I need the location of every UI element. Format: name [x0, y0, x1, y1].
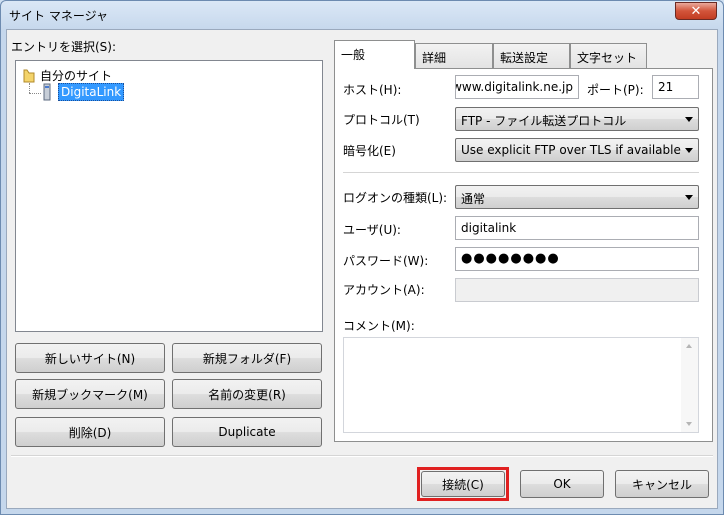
connect-button[interactable]: 接続(C): [421, 471, 505, 497]
new-bookmark-button[interactable]: 新規ブックマーク(M): [15, 379, 165, 409]
logon-type-select[interactable]: 通常: [455, 185, 699, 209]
port-input[interactable]: 21: [652, 75, 699, 99]
new-folder-button[interactable]: 新規フォルダ(F): [172, 343, 322, 373]
comment-scrollbar[interactable]: [681, 338, 698, 432]
close-icon: ✕: [690, 3, 702, 19]
general-panel: ホスト(H): www.digitalink.ne.jp ポート(P): 21 …: [334, 68, 713, 442]
user-input[interactable]: digitalink: [455, 216, 699, 240]
protocol-value: FTP - ファイル転送プロトコル: [461, 114, 627, 128]
folder-icon: [23, 69, 35, 82]
tab-transfer-settings[interactable]: 転送設定: [493, 43, 570, 68]
rename-button[interactable]: 名前の変更(R): [172, 379, 322, 409]
tree-root-item[interactable]: 自分のサイト: [22, 67, 112, 84]
port-label: ポート(P):: [587, 83, 644, 97]
footer-divider: [11, 455, 713, 457]
server-icon: [43, 83, 51, 101]
protocol-select[interactable]: FTP - ファイル転送プロトコル: [455, 107, 699, 131]
chevron-down-icon: [685, 148, 693, 153]
cancel-button[interactable]: キャンセル: [615, 470, 709, 498]
tree-line: [29, 93, 41, 95]
host-label: ホスト(H):: [343, 83, 402, 97]
password-input[interactable]: ●●●●●●●●: [455, 247, 699, 271]
encryption-select[interactable]: Use explicit FTP over TLS if available: [455, 138, 699, 162]
host-value: www.digitalink.ne.jp: [455, 80, 573, 94]
password-label: パスワード(W):: [343, 254, 429, 268]
user-label: ユーザ(U):: [343, 223, 401, 237]
delete-button[interactable]: 削除(D): [15, 417, 165, 447]
title-bar[interactable]: サイト マネージャ ✕: [1, 1, 723, 29]
divider: [343, 172, 699, 174]
encryption-value: Use explicit FTP over TLS if available: [461, 143, 681, 157]
comment-label: コメント(M):: [343, 319, 415, 333]
chevron-down-icon: [685, 195, 693, 200]
logon-type-label: ログオンの種類(L):: [343, 191, 448, 205]
site-manager-window: サイト マネージャ ✕ エントリを選択(S): 自分のサイト DigitaLin…: [0, 0, 724, 515]
scroll-down-icon[interactable]: [686, 422, 692, 426]
tab-advanced[interactable]: 詳細: [415, 43, 493, 68]
account-label: アカウント(A):: [343, 283, 425, 297]
dialog-body: エントリを選択(S): 自分のサイト DigitaLink 新しいサイト(N) …: [6, 29, 718, 509]
tree-site-label: DigitaLink: [58, 83, 125, 101]
protocol-label: プロトコル(T): [343, 113, 420, 127]
logon-type-value: 通常: [461, 192, 486, 206]
tree-root-label: 自分のサイト: [40, 69, 113, 83]
chevron-down-icon: [685, 117, 693, 122]
site-tree[interactable]: 自分のサイト DigitaLink: [15, 60, 323, 332]
comment-textarea[interactable]: [343, 337, 699, 433]
host-input[interactable]: www.digitalink.ne.jp: [455, 75, 579, 99]
close-button[interactable]: ✕: [675, 2, 717, 20]
duplicate-button[interactable]: Duplicate: [172, 417, 322, 447]
encryption-label: 暗号化(E): [343, 144, 396, 158]
account-input[interactable]: [455, 278, 699, 302]
tree-line: [29, 83, 31, 93]
new-site-button[interactable]: 新しいサイト(N): [15, 343, 165, 373]
scroll-up-icon[interactable]: [686, 344, 692, 348]
tab-charset[interactable]: 文字セット: [570, 43, 647, 68]
tree-site-item[interactable]: DigitaLink: [42, 83, 125, 101]
select-entry-label: エントリを選択(S):: [11, 40, 117, 54]
tab-general[interactable]: 一般: [334, 40, 415, 69]
window-title: サイト マネージャ: [9, 9, 108, 23]
ok-button[interactable]: OK: [520, 470, 604, 498]
